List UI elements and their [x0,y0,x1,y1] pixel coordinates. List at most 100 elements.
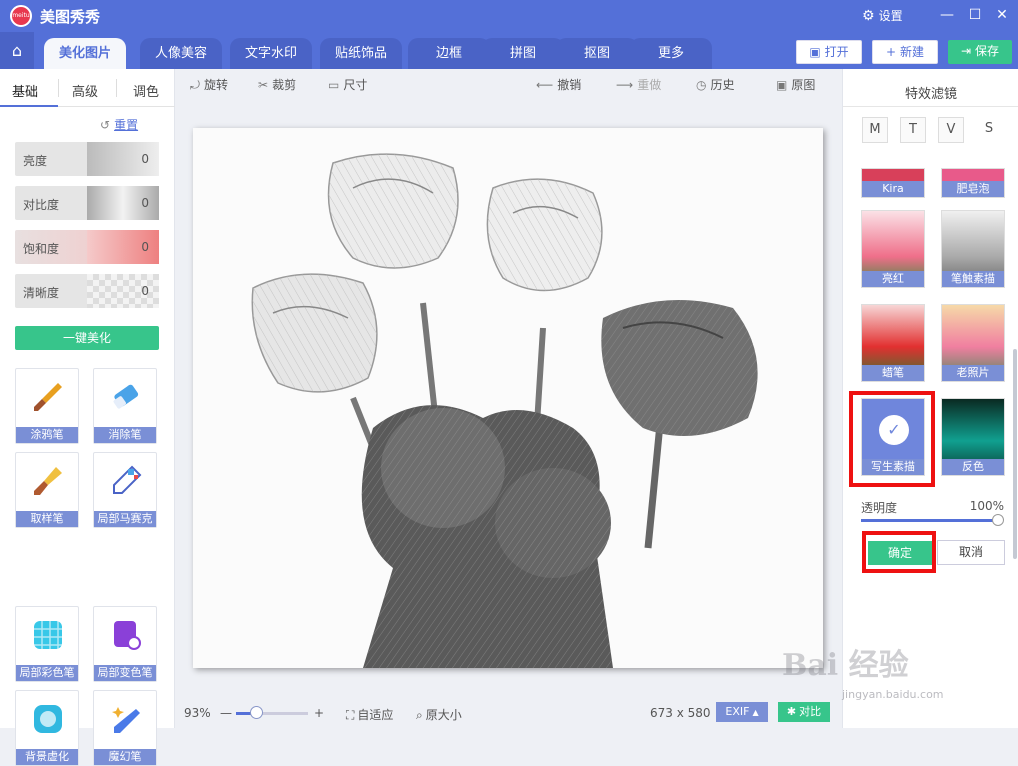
recolor-icon [114,621,141,650]
filter-invert[interactable]: 反色 [941,398,1005,476]
filters-scrollbar[interactable] [1013,349,1017,559]
app-window: meitu 美图秀秀 ⚙ 设置 — ☐ ✕ ⌂ 美化图片 人像美容 文字水印 贴纸… [0,0,1018,766]
clock-icon: ◷ [696,78,707,92]
resize-icon: ▭ [328,78,340,92]
opacity-slider[interactable] [861,519,999,522]
open-button[interactable]: ▣ 打开 [796,40,862,64]
adjust-subtabs: 基础 高级 调色 [0,69,175,107]
magnifier-icon: ⌕ [416,708,423,722]
zoom-slider-handle[interactable] [250,706,263,719]
slider-value: 0 [141,240,149,254]
tool-background-blur[interactable]: 背景虚化 [15,690,79,766]
tool-local-color-pen[interactable]: 局部彩色笔 [15,606,79,682]
filter-life-sketch[interactable]: ✓ 写生素描 [861,398,925,476]
close-button[interactable]: ✕ [991,4,1013,26]
actual-size-button[interactable]: ⌕ 原大小 [416,706,462,723]
filter-old-photo[interactable]: 老照片 [941,304,1005,382]
opacity-value: 100% [969,499,1004,513]
contrast-slider[interactable]: 对比度 0 [15,186,159,220]
brightness-slider[interactable]: 亮度 0 [15,142,159,176]
filter-label: 蜡笔 [862,365,924,381]
confirm-button[interactable]: 确定 [868,541,932,565]
filter-stroke-sketch[interactable]: 笔触素描 [941,210,1005,288]
cancel-button[interactable]: 取消 [937,540,1005,565]
rotate-button[interactable]: ⤾ 旋转 [190,76,228,93]
tool-local-mosaic[interactable]: 局部马赛克 [93,452,157,528]
status-bar: 93% — + ⛶ 自适应 ⌕ 原大小 673 x 580 EXIF ▲ ✱ 对比 [176,698,841,728]
settings-button[interactable]: ⚙ 设置 [862,7,903,24]
fit-button[interactable]: ⛶ 自适应 [346,706,393,723]
saturation-slider[interactable]: 饱和度 0 [15,230,159,264]
tool-magic-pen[interactable]: 魔幻笔 [93,690,157,766]
filter-soap-bubble[interactable]: 肥皂泡 [941,168,1005,198]
clarity-slider[interactable]: 清晰度 0 [15,274,159,308]
tab-cutout[interactable]: 抠图 [556,38,638,69]
undo-button[interactable]: ⟵ 撤销 [536,76,581,93]
app-logo: meitu [10,5,32,27]
redo-button[interactable]: ⟶ 重做 [616,76,661,93]
subtab-basic[interactable]: 基础 [12,81,38,100]
filter-crayon[interactable]: 蜡笔 [861,304,925,382]
maximize-button[interactable]: ☐ [964,4,986,26]
filter-label: 亮红 [862,271,924,287]
original-button[interactable]: ▣ 原图 [776,76,815,93]
undo-icon: ↺ [100,118,111,132]
new-button[interactable]: + 新建 [872,40,938,64]
compare-button[interactable]: ✱ 对比 [778,702,830,722]
opacity-label: 透明度 [861,501,898,515]
arrow-right-icon: ⟶ [616,78,634,92]
tool-doodle-pen[interactable]: 涂鸦笔 [15,368,79,444]
tool-local-recolor-pen[interactable]: 局部变色笔 [93,606,157,682]
home-button[interactable]: ⌂ [0,32,34,69]
filter-label: 肥皂泡 [942,181,1004,197]
filter-bright-red[interactable]: 亮红 [861,210,925,288]
watermark-logo: Bai 经验 [782,648,909,683]
subtab-advanced[interactable]: 高级 [72,81,98,100]
caret-up-icon: ▲ [752,708,759,717]
minimize-button[interactable]: — [936,4,958,26]
tool-sample-pen[interactable]: 取样笔 [15,452,79,528]
zoom-in-button[interactable]: + [314,706,324,720]
filter-kira[interactable]: Kira [861,168,925,198]
image-dimensions: 673 x 580 [650,706,711,720]
tab-text-watermark[interactable]: 文字水印 [230,38,312,69]
slider-label: 饱和度 [23,242,60,256]
tool-label: 魔幻笔 [94,749,156,765]
slider-label: 亮度 [23,154,48,168]
opacity-slider-handle[interactable] [992,514,1004,526]
compare-icon: ✱ [786,705,797,718]
zoom-out-button[interactable]: — [220,706,232,720]
size-button[interactable]: ▭ 尺寸 [328,76,367,93]
crop-button[interactable]: ✂ 裁剪 [258,76,296,93]
gear-icon: ⚙ [862,8,875,24]
exif-button[interactable]: EXIF ▲ [716,702,768,722]
category-s[interactable]: S [976,117,1002,143]
save-button[interactable]: ⇥ 保存 [948,40,1012,64]
effects-title: 特效滤镜 [904,87,957,102]
panel-divider [843,106,1018,107]
category-m[interactable]: M [862,117,888,143]
tab-portrait[interactable]: 人像美容 [140,38,222,69]
arrow-left-icon: ⟵ [536,78,554,92]
left-panel: 基础 高级 调色 ↺ 重置 亮度 0 对比度 0 饱和度 0 清晰度 0 一键美… [0,69,175,766]
eraser-icon [113,384,139,409]
category-v[interactable]: V [938,117,964,143]
tool-label: 背景虚化 [16,749,78,765]
image-canvas[interactable] [193,128,823,668]
tool-eraser-pen[interactable]: 消除笔 [93,368,157,444]
one-click-beautify-button[interactable]: 一键美化 [15,326,159,350]
tab-stickers[interactable]: 贴纸饰品 [320,38,402,69]
tab-frames[interactable]: 边框 [408,38,490,69]
subtab-divider [58,79,59,97]
tool-label: 取样笔 [16,511,78,527]
plus-icon: + [885,45,897,59]
category-t[interactable]: T [900,117,926,143]
history-button[interactable]: ◷ 历史 [696,76,735,93]
subtab-indicator [0,105,58,107]
color-grid-icon [34,621,62,649]
tab-more[interactable]: 更多 [630,38,712,69]
tab-beautify[interactable]: 美化图片 [44,38,126,69]
tab-collage[interactable]: 拼图 [482,38,564,69]
reset-button[interactable]: ↺ 重置 [100,116,138,133]
subtab-color[interactable]: 调色 [133,81,159,100]
